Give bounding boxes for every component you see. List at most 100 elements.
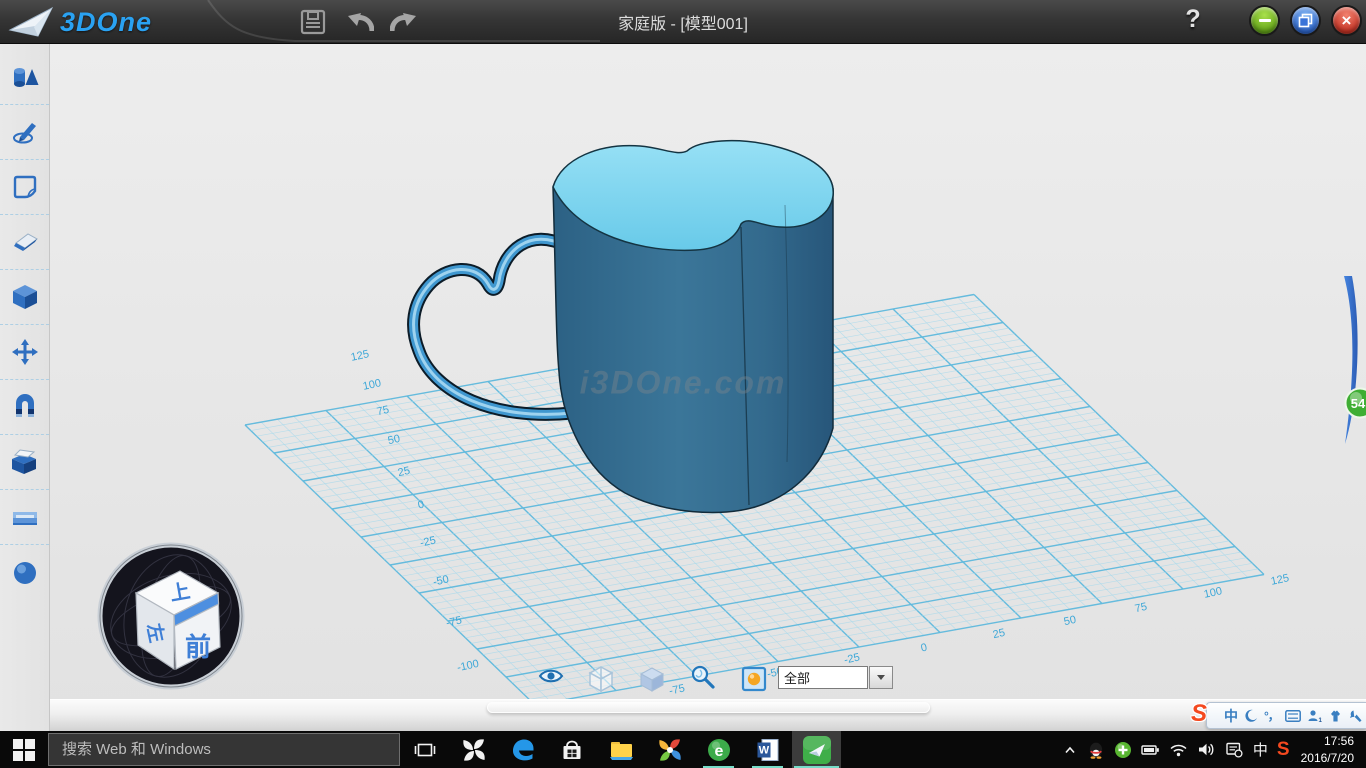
- filter-dropdown-button[interactable]: [869, 666, 893, 689]
- primitives-icon: [10, 63, 40, 91]
- svg-text:11: 11: [1318, 718, 1322, 723]
- panel-drag-handle[interactable]: [487, 702, 930, 713]
- restore-button[interactable]: [1292, 7, 1319, 34]
- 360-browser-button[interactable]: [645, 731, 694, 768]
- eraser-icon: [10, 229, 40, 255]
- sketch-edit-icon: [11, 173, 39, 201]
- safety-shield-icon: [1114, 741, 1132, 759]
- color-pinwheel-icon: [657, 737, 683, 763]
- tray-ime-indicator[interactable]: 中: [1253, 739, 1268, 760]
- punctuation-indicator[interactable]: °，: [1264, 707, 1279, 724]
- store-icon: [559, 737, 585, 763]
- close-icon: ×: [1342, 12, 1352, 29]
- clock-time: 17:56: [1301, 733, 1354, 749]
- notification-icon: [1225, 741, 1244, 758]
- community-badge-value: 54: [1351, 396, 1366, 411]
- chevron-up-icon: [1062, 742, 1078, 758]
- ime-mode-indicator[interactable]: 中: [1224, 706, 1238, 726]
- edge-browser-button[interactable]: [498, 731, 547, 768]
- green-browser-icon: e: [706, 737, 732, 763]
- file-explorer-button[interactable]: [596, 731, 645, 768]
- tray-chevron-up[interactable]: [1062, 742, 1078, 758]
- qq-penguin-icon: [1087, 741, 1105, 759]
- sidebar-tool-solid-feature[interactable]: [0, 270, 49, 325]
- screen: -75-50-250255075100125 1251007550250-25-…: [0, 0, 1366, 768]
- view-cube[interactable]: 上 前 左: [96, 541, 246, 691]
- sidebar-tool-sketch-draw[interactable]: [0, 105, 49, 160]
- tool-sidebar: [0, 44, 50, 731]
- taskbar-apps: e W: [400, 731, 841, 768]
- titlebar: 3DOne: [0, 0, 1366, 44]
- filter-dropdown[interactable]: 全部: [778, 666, 868, 689]
- tray-volume[interactable]: [1197, 741, 1216, 758]
- system-tray: 中 S 17:56 2016/7/20: [1062, 731, 1366, 768]
- move-arrows-icon: [11, 338, 39, 366]
- sidebar-tool-material-sphere[interactable]: [0, 545, 49, 600]
- cube-icon: [11, 283, 39, 311]
- community-widget[interactable]: 54: [1336, 272, 1366, 452]
- community-petal: [1344, 276, 1358, 444]
- sidebar-tool-primitives[interactable]: [0, 50, 49, 105]
- skin-shirt-icon[interactable]: [1328, 709, 1343, 723]
- sidebar-tool-toolbox[interactable]: [0, 490, 49, 545]
- chevron-down-icon: [877, 675, 885, 680]
- tray-wifi[interactable]: [1169, 742, 1188, 758]
- sidebar-tool-eraser[interactable]: [0, 215, 49, 270]
- sphere-icon: [12, 560, 38, 586]
- tray-notification[interactable]: [1225, 741, 1244, 758]
- profile-icon[interactable]: 11: [1307, 709, 1322, 723]
- halfwidth-moon-icon[interactable]: [1244, 709, 1258, 723]
- sidebar-tool-constraint-magnet[interactable]: [0, 380, 49, 435]
- tray-battery[interactable]: [1141, 742, 1160, 758]
- shaded-view-icon[interactable]: [638, 666, 666, 692]
- sidebar-tool-assembly[interactable]: [0, 435, 49, 490]
- settings-wrench-icon[interactable]: [1349, 709, 1363, 723]
- edge-icon: [510, 737, 536, 763]
- pinwheel-app-button[interactable]: [449, 731, 498, 768]
- help-button[interactable]: ?: [1178, 5, 1208, 39]
- start-button[interactable]: [0, 731, 48, 768]
- selection-filter-icon[interactable]: [741, 666, 767, 692]
- sidebar-tool-sketch-edit[interactable]: [0, 160, 49, 215]
- search-input[interactable]: [49, 741, 399, 758]
- windows-store-button[interactable]: [547, 731, 596, 768]
- soft-keyboard-icon[interactable]: [1285, 710, 1301, 722]
- clock-date: 2016/7/20: [1301, 750, 1354, 766]
- pinwheel-icon: [461, 737, 487, 763]
- taskbar-search: [48, 733, 400, 766]
- folder-icon: [607, 738, 635, 762]
- taskbar: e W: [0, 731, 1366, 768]
- close-button[interactable]: ×: [1333, 7, 1360, 34]
- minimize-icon: [1259, 19, 1271, 22]
- restore-icon: [1298, 13, 1313, 28]
- word-button[interactable]: W: [743, 731, 792, 768]
- green-browser-button[interactable]: e: [694, 731, 743, 768]
- windows-logo-icon: [13, 739, 35, 761]
- selection-filter-combo: 全部: [778, 666, 893, 689]
- view-cube-front-label: 前: [185, 632, 211, 662]
- battery-icon: [1141, 742, 1160, 758]
- 3done-app-button[interactable]: [792, 731, 841, 768]
- window-controls: ×: [1251, 7, 1360, 34]
- 3done-tile-icon: [802, 735, 832, 765]
- magnet-icon: [11, 393, 39, 421]
- titlebar-swoosh: [0, 0, 600, 44]
- taskbar-clock[interactable]: 17:56 2016/7/20: [1299, 733, 1360, 765]
- minimize-button[interactable]: [1251, 7, 1278, 34]
- wireframe-view-icon[interactable]: [586, 664, 616, 694]
- pencil-sketch-icon: [10, 118, 40, 146]
- speaker-icon: [1197, 741, 1216, 758]
- sogou-logo[interactable]: S: [1191, 700, 1207, 728]
- task-view-button[interactable]: [400, 731, 449, 768]
- viewport-canvas[interactable]: [50, 44, 1366, 731]
- sidebar-tool-move-transform[interactable]: [0, 325, 49, 380]
- cube-sheet-icon: [10, 448, 40, 476]
- tray-qq[interactable]: [1087, 741, 1105, 759]
- zoom-magnifier-icon[interactable]: [690, 665, 716, 691]
- word-icon: W: [755, 737, 781, 763]
- visibility-eye-icon[interactable]: [537, 665, 565, 687]
- tray-safety-shield[interactable]: [1114, 741, 1132, 759]
- filter-value: 全部: [784, 668, 810, 687]
- ime-toolbar: S 中 °， 11: [1206, 702, 1366, 729]
- tray-sogou-logo[interactable]: S: [1277, 739, 1290, 761]
